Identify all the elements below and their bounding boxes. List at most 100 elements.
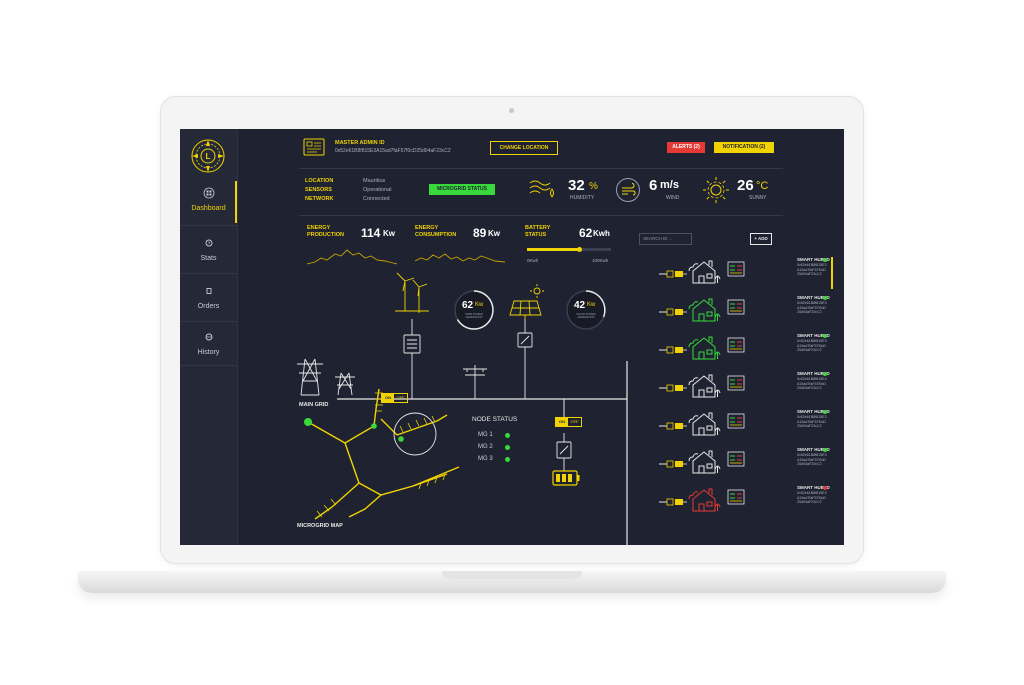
sun-icon (703, 177, 729, 203)
sidebar-item-label: Orders (197, 303, 220, 310)
hub-status-dot (823, 486, 827, 490)
hub-id: 0x52e61B8f815E3A15ad7faF57f0cD25d04aF23c… (797, 491, 827, 504)
microgrid-map (307, 388, 460, 520)
wind-value: 6 (649, 177, 658, 194)
microgrid-node (304, 418, 312, 426)
temperature-label: SUNNY (749, 195, 767, 201)
consumption-label-2: CONSUMPTION (415, 232, 457, 238)
node-label-mg2: MG 2 (478, 444, 493, 450)
admin-card-icon (303, 138, 325, 156)
humidity-icon (529, 180, 554, 198)
solar-meter-icon (517, 319, 533, 399)
hub-status-dot (823, 296, 827, 300)
smart-hub-row[interactable]: SMART HUB ID 0x52e61B8f815E3A15ad7faF57f0… (659, 371, 830, 401)
location-value: Mauritius (363, 178, 386, 184)
house-icon (688, 298, 721, 322)
microgrid-map-label: MICROGRID MAP (297, 523, 343, 529)
main-grid-toggle[interactable]: ON OFF (381, 393, 408, 403)
battery-bar-knob (577, 247, 583, 252)
main-grid-label: MAIN GRID (299, 402, 329, 408)
hub-status-dot (823, 334, 827, 338)
smart-hub-row[interactable]: SMART HUB ID 0x52e61B8f815E3A15ad7faF57f0… (659, 409, 830, 439)
hub-id: 0x52e61B8f815E3A15ad7faF57f0cD25d04aF23c… (797, 453, 827, 466)
consumption-unit: Kw (488, 229, 500, 238)
smart-hub-row[interactable]: SMART HUB ID 0x52e61B8f815E3A15ad7faF57f0… (659, 333, 830, 363)
hub-id: 0x52e61B8f815E3A15ad7faF57f0cD25d04aF23c… (797, 415, 827, 428)
utility-pole-icon (463, 365, 487, 399)
hub-id: 0x52e61B8f815E3A15ad7faF57f0cD25d04aF23c… (797, 301, 827, 314)
node-status-dot (505, 445, 510, 450)
wind-gauge-caption: WIND POWER GENERATION (465, 313, 483, 319)
battery-label-2: STATUS (525, 232, 547, 238)
battery-icon (552, 470, 580, 486)
node-status-title: NODE STATUS (472, 416, 518, 423)
wind-gauge-unit: Kw (475, 302, 484, 308)
wind-turbines-icon (395, 272, 429, 313)
microgrid-map-branches (316, 392, 446, 518)
sidebar-item-label: History (197, 349, 220, 356)
temperature-value: 26 (737, 177, 754, 194)
hub-list-scrollbar[interactable] (831, 257, 833, 289)
hub-meter-icon (727, 375, 745, 391)
solar-gauge-unit: Kw (587, 302, 596, 308)
hub-meter-icon (727, 261, 745, 277)
node-label-mg1: MG 1 (478, 432, 493, 438)
smart-hub-row[interactable]: SMART HUB ID 0x52e61B8f815E3A15ad7faF57f0… (659, 485, 830, 515)
smart-hub-row[interactable]: SMART HUB ID 0x52e61B8f815E3A15ad7faF57f0… (659, 257, 830, 287)
hub-id: 0x52e61B8f815E3A15ad7faF57f0cD25d04aF23c… (797, 377, 827, 390)
grid-icon (203, 187, 214, 199)
house-icon (688, 336, 721, 360)
toggle-off: OFF (570, 419, 579, 424)
logo-icon: L (191, 139, 225, 173)
wind-label: WIND (666, 195, 680, 201)
add-hub-button[interactable]: + ADD (750, 233, 772, 245)
main-panel: MASTER ADMIN ID 0x52e61B8f815E3A15ad7faF… (237, 129, 844, 545)
sidebar-item-history[interactable]: History (180, 331, 237, 366)
production-sparkline (307, 249, 397, 265)
production-unit: Kw (383, 229, 395, 238)
notification-badge[interactable]: NOTIFICATION (2) (714, 142, 774, 153)
globe-icon (205, 333, 212, 341)
microgrid-status-button[interactable]: MICROGRID STATUS (429, 184, 495, 195)
humidity-label: HUMIDITY (570, 195, 595, 201)
change-location-button[interactable]: CHANGE LOCATION (490, 141, 558, 155)
hub-id: 0x52e61B8f815E3A15ad7faF57f0cD25d04aF23c… (797, 339, 827, 352)
sidebar-item-orders[interactable]: Orders (180, 285, 237, 322)
network-value: Connected (363, 196, 390, 202)
smart-hub-row[interactable]: SMART HUB ID 0x52e61B8f815E3A15ad7faF57f0… (659, 295, 830, 325)
main-grid-towers-icon (297, 358, 355, 396)
battery-bar-fill (527, 248, 580, 251)
admin-label: MASTER ADMIN ID (335, 140, 385, 146)
battery-value: 62 (579, 226, 593, 240)
hub-meter-icon (727, 299, 745, 315)
dashboard-screen: L Dashboard Stats Orders History MASTER … (180, 129, 844, 545)
hub-search-input[interactable]: SEARCH ID ... (639, 233, 692, 245)
microgrid-node (398, 436, 404, 442)
sensors-label: SENSORS (305, 187, 332, 193)
battery-inverter-icon (556, 433, 572, 471)
solar-panel-icon (509, 284, 544, 319)
wind-icon (616, 178, 640, 202)
hub-meter-icon (727, 413, 745, 429)
battery-unit: Kwh (593, 229, 610, 238)
camera-dot (509, 108, 514, 113)
clock-icon (205, 239, 212, 247)
battery-bar-track (527, 248, 611, 251)
sidebar: L Dashboard Stats Orders History (180, 129, 238, 545)
hub-id: 0x52e61B8f815E3A15ad7faF57f0cD25d04aF23c… (797, 263, 827, 276)
temperature-unit: °C (756, 180, 769, 192)
sidebar-item-stats[interactable]: Stats (180, 237, 237, 274)
node-status-dot (505, 433, 510, 438)
alerts-badge[interactable]: ALERTS (2) (667, 142, 705, 153)
sidebar-item-dashboard[interactable]: Dashboard (180, 187, 237, 226)
hub-status-dot (823, 258, 827, 262)
hub-meter-icon (727, 489, 745, 505)
toggle-on: ON (382, 394, 394, 402)
laptop-base-notch (442, 571, 582, 579)
node-label-mg3: MG 3 (478, 456, 493, 462)
toggle-off: OFF (396, 395, 405, 400)
smart-hub-row[interactable]: SMART HUB ID 0x52e61B8f815E3A15ad7faF57f0… (659, 447, 830, 477)
hub-meter-icon (727, 337, 745, 353)
humidity-unit: % (589, 181, 598, 192)
battery-toggle[interactable]: ON OFF (555, 417, 582, 427)
